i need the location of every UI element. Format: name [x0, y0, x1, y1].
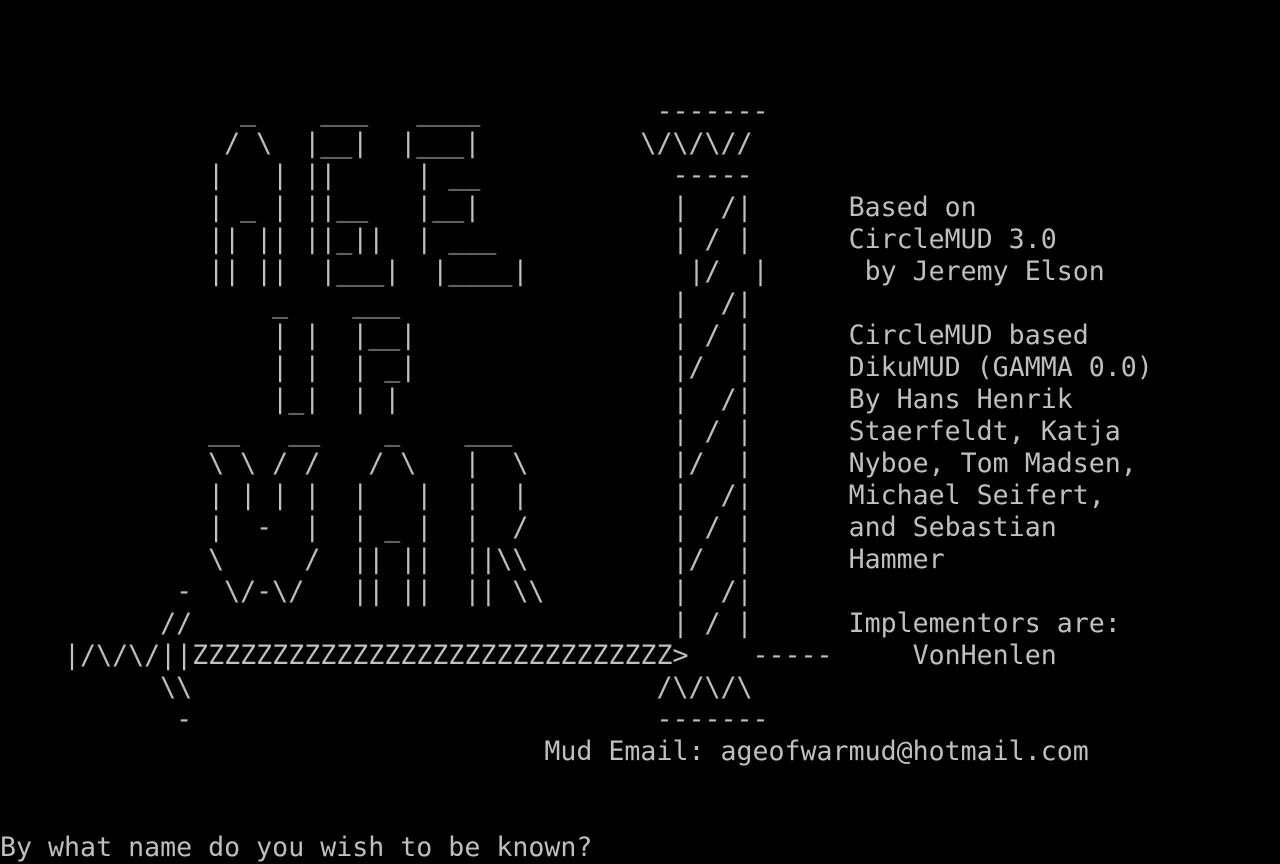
ascii-art-line: _ ___ | /| — [0, 288, 753, 319]
ascii-art-line: \ / || || ||\\ |/ | Hammer — [0, 544, 945, 575]
ascii-art-line: - \/-\/ || || || \\ | /| — [0, 576, 753, 607]
terminal-screen[interactable]: _ ___ ____ ------- / \ |__| |___| \/\/\/… — [0, 0, 1280, 864]
ascii-art-line: | | | | | | | | | /| Michael Seifert, — [0, 480, 1105, 511]
ascii-art-line: |/\/\/||ZZZZZZZZZZZZZZZZZZZZZZZZZZZZZZ> … — [0, 640, 1057, 671]
ascii-art-line: | | | _| |/ | DikuMUD (GAMMA 0.0) — [0, 352, 1153, 383]
ascii-art-line: / \ |__| |___| \/\/\// — [0, 128, 753, 159]
ascii-art-line: || || ||_|| | ___ | / | CircleMUD 3.0 — [0, 224, 1057, 255]
login-prompt[interactable]: By what name do you wish to be known? — [0, 832, 592, 864]
ascii-art-line: | | |__| | / | CircleMUD based — [0, 320, 1089, 351]
ascii-art-line: | - | | _ | | / | / | and Sebastian — [0, 512, 1057, 543]
ascii-art-line: |_| | | | /| By Hans Henrik — [0, 384, 1073, 415]
ascii-art-line: \\ /\/\/\ — [0, 672, 753, 703]
ascii-art-line: _ ___ ____ ------- — [0, 96, 769, 127]
ascii-art-line: \ \ / / / \ | \ |/ | Nyboe, Tom Madsen, — [0, 448, 1137, 479]
ascii-art-line: - ------- — [0, 704, 769, 735]
ascii-art-line: || || |___| |____| |/ | by Jeremy Elson — [0, 256, 1105, 287]
ascii-art-line: // | / | Implementors are: — [0, 608, 1121, 639]
ascii-art-line: | _ | ||__ |__| | /| Based on — [0, 192, 977, 223]
ascii-art-line: __ __ _ ___ | / | Staerfeldt, Katja — [0, 416, 1121, 447]
mud-email-line: Mud Email: ageofwarmud@hotmail.com — [0, 736, 1089, 767]
ascii-art-line: | | || | __ ----- — [0, 160, 753, 191]
